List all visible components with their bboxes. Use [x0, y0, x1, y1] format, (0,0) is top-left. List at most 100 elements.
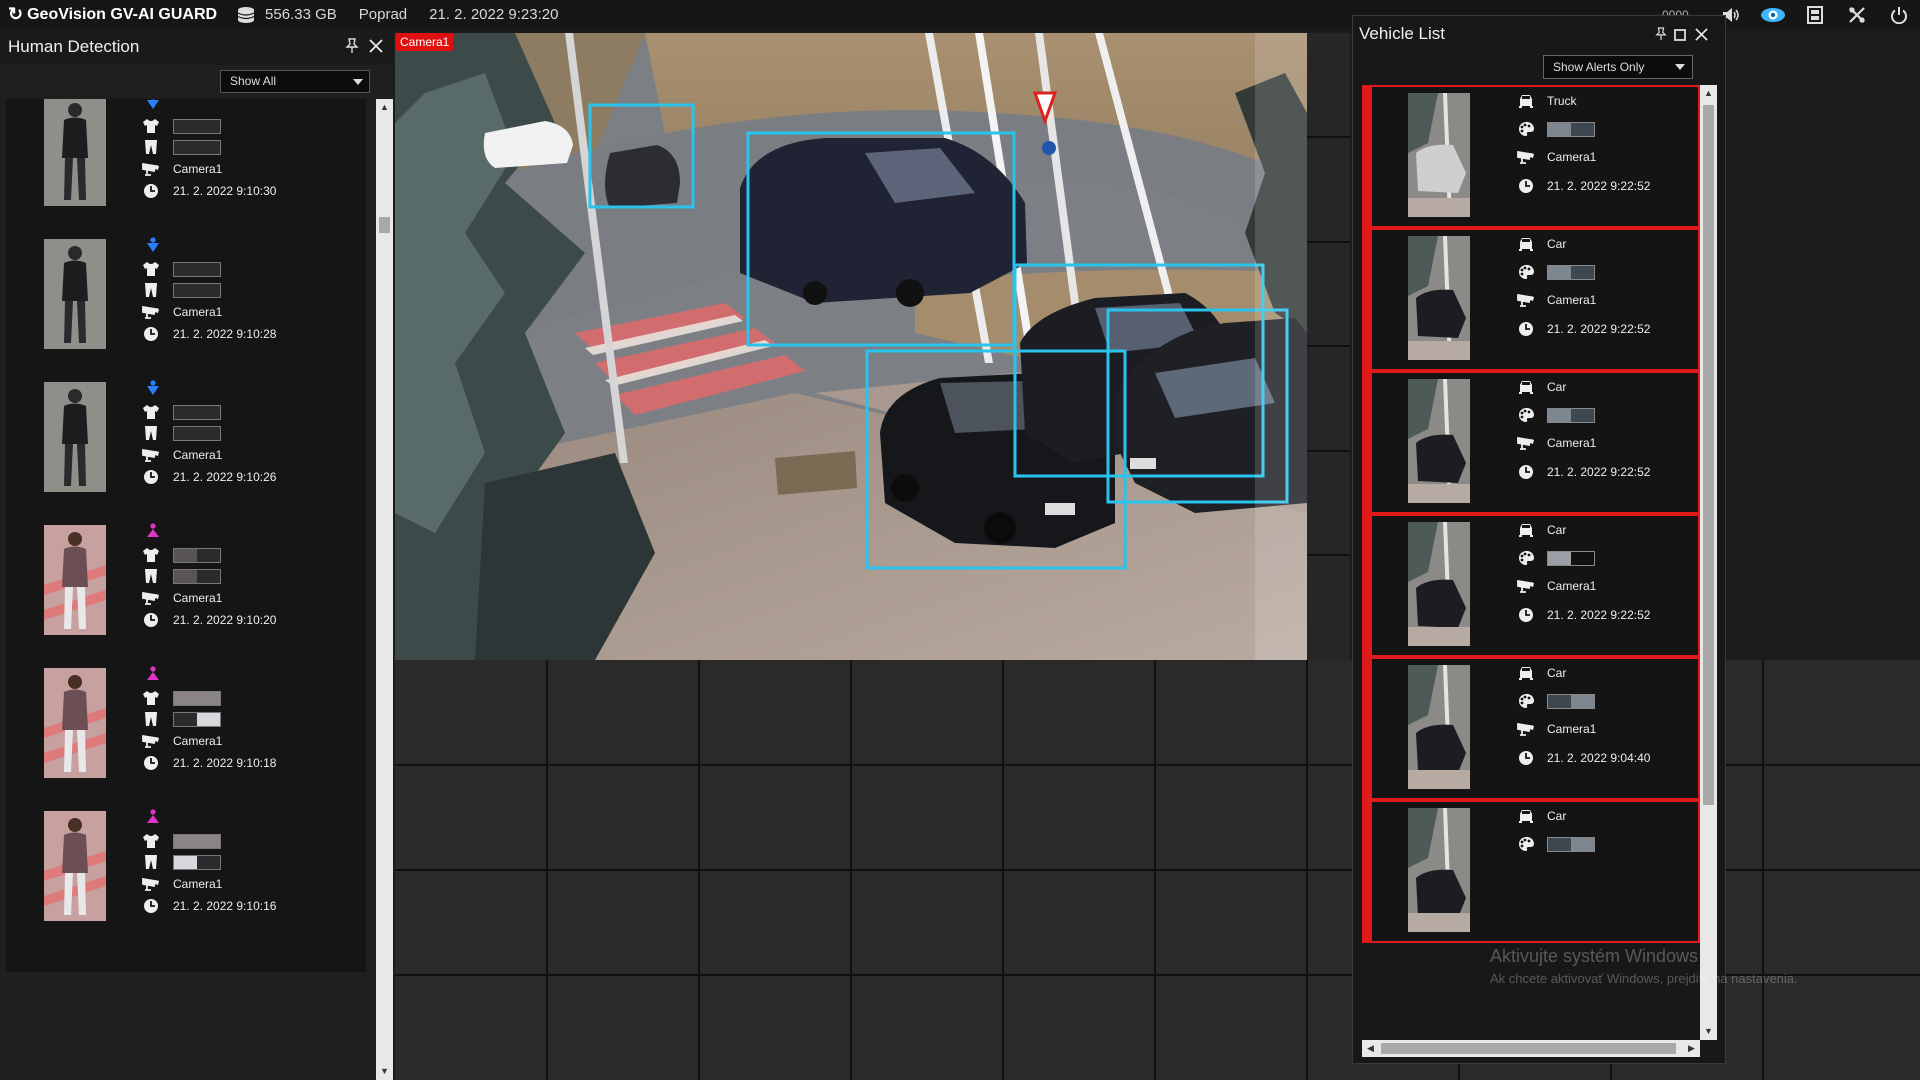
camera-name: Camera1	[1547, 150, 1597, 164]
detection-time: 21. 2. 2022 9:10:16	[173, 899, 277, 913]
pin-button[interactable]	[1655, 26, 1667, 46]
live-view-button[interactable]	[1752, 0, 1794, 29]
scroll-right-arrow-icon[interactable]: ▶	[1683, 1040, 1700, 1057]
person-thumbnail[interactable]	[44, 239, 106, 349]
human-panel-title: Human Detection	[8, 37, 140, 56]
color-swatch	[1547, 407, 1595, 423]
human-filter-value: Show All	[230, 74, 277, 88]
vehicle-type: Car	[1547, 809, 1567, 823]
detection-time: 21. 2. 2022 9:10:20	[173, 613, 277, 627]
person-thumbnail[interactable]	[44, 382, 106, 492]
tools-button[interactable]	[1836, 0, 1878, 29]
shirt-icon	[141, 116, 161, 136]
vehicle-type: Car	[1547, 666, 1567, 680]
vehicle-card[interactable]: Car	[1362, 800, 1700, 975]
pin-button[interactable]	[345, 38, 359, 59]
human-filter-select[interactable]: Show All	[220, 70, 370, 93]
scroll-up-arrow-icon[interactable]: ▲	[376, 99, 393, 116]
clock-icon	[141, 896, 161, 916]
scroll-left-arrow-icon[interactable]: ◀	[1362, 1040, 1379, 1057]
vehicle-thumbnail[interactable]	[1408, 808, 1470, 932]
person-thumbnail[interactable]	[44, 99, 106, 206]
clock-icon	[141, 610, 161, 630]
person-thumbnail[interactable]	[44, 525, 106, 635]
vehicle-list: TruckCamera121. 2. 2022 9:22:52MotionCar…	[1362, 85, 1700, 1040]
vehicle-thumbnail[interactable]	[1408, 522, 1470, 646]
app-window: ↻ GeoVision GV-AI GUARD 556.33 GB Poprad…	[0, 0, 1920, 1080]
vehicle-list-panel: Vehicle List Show Alerts Only Truck Camer…	[1352, 15, 1726, 1064]
scroll-down-arrow-icon[interactable]: ▼	[1700, 1023, 1717, 1040]
maximize-icon	[1674, 29, 1686, 41]
power-icon	[1891, 6, 1907, 24]
detection-time: 21. 2. 2022 9:22:52	[1547, 465, 1651, 479]
camera-icon	[141, 445, 161, 465]
vehicle-type-icon	[1515, 806, 1537, 826]
camera-icon	[1515, 719, 1537, 739]
disk-space-text: 556.33 GB	[265, 6, 337, 23]
color-swatch	[173, 568, 221, 584]
human-detection-card[interactable]: Camera1 21. 2. 2022 9:10:16	[6, 804, 366, 972]
pants-icon	[141, 280, 161, 300]
maximize-button[interactable]	[1674, 26, 1686, 46]
scroll-up-arrow-icon[interactable]: ▲	[1700, 85, 1717, 102]
female-icon	[146, 523, 160, 544]
vehicle-list-horizontal-scrollbar[interactable]: ◀ ▶	[1362, 1040, 1700, 1057]
palette-icon	[1515, 548, 1537, 568]
scrollbar-thumb[interactable]	[1381, 1043, 1676, 1054]
camera-view[interactable]	[395, 33, 1307, 660]
disk-usage: 556.33 GB	[237, 6, 337, 24]
detection-time: 21. 2. 2022 9:10:30	[173, 184, 277, 198]
vehicle-list-scrollbar[interactable]: ▲ ▼	[1700, 85, 1717, 1040]
camera-icon	[141, 302, 161, 322]
male-icon	[146, 99, 160, 115]
clock-icon	[1515, 319, 1537, 339]
color-swatch	[173, 282, 221, 298]
human-panel-header: Human Detection	[0, 29, 393, 65]
human-list-scrollbar[interactable]: ▲ ▼	[376, 99, 393, 1080]
camera-name: Camera1	[173, 305, 223, 319]
clock-icon	[1515, 748, 1537, 768]
clock-icon	[141, 324, 161, 344]
human-detection-panel: Human Detection Show All Camera1 21. 2. 2…	[0, 29, 393, 1080]
person-thumbnail[interactable]	[44, 668, 106, 778]
color-swatch	[173, 547, 221, 563]
scrollbar-thumb[interactable]	[379, 217, 390, 233]
eye-icon	[1761, 7, 1785, 22]
scrollbar-thumb[interactable]	[1703, 105, 1714, 805]
camera-label: Camera1	[396, 33, 454, 51]
camera-icon	[1515, 290, 1537, 310]
camera-icon	[1515, 433, 1537, 453]
chevron-down-icon	[1675, 64, 1685, 70]
human-detection-list: Camera1 21. 2. 2022 9:10:30 Camera1 21. 2. …	[6, 99, 368, 1080]
playback-button[interactable]	[1794, 0, 1836, 29]
power-button[interactable]	[1878, 0, 1920, 29]
camera-name: Camera1	[173, 734, 223, 748]
scroll-down-arrow-icon[interactable]: ▼	[376, 1063, 393, 1080]
shirt-icon	[141, 545, 161, 565]
vehicle-type-icon	[1515, 91, 1537, 111]
person-thumbnail[interactable]	[44, 811, 106, 921]
app-title: GeoVision GV-AI GUARD	[27, 5, 218, 23]
current-datetime: 21. 2. 2022 9:23:20	[429, 6, 559, 23]
color-swatch	[173, 404, 221, 420]
vehicle-type-icon	[1515, 377, 1537, 397]
database-icon	[237, 6, 255, 23]
vehicle-panel-title: Vehicle List	[1359, 23, 1445, 43]
pants-icon	[141, 423, 161, 443]
vehicle-type: Car	[1547, 380, 1567, 394]
app-logo: ↻ GeoVision GV-AI GUARD	[0, 4, 217, 25]
camera-name: Camera1	[173, 162, 223, 176]
camera-icon	[1515, 147, 1537, 167]
close-human-panel-button[interactable]	[369, 38, 383, 58]
vehicle-thumbnail[interactable]	[1408, 665, 1470, 789]
vehicle-thumbnail[interactable]	[1408, 379, 1470, 503]
vehicle-filter-select[interactable]: Show Alerts Only	[1543, 55, 1693, 79]
camera-name: Camera1	[1547, 722, 1597, 736]
vehicle-thumbnail[interactable]	[1408, 236, 1470, 360]
vehicle-filter-value: Show Alerts Only	[1553, 60, 1645, 74]
detection-time: 21. 2. 2022 9:10:26	[173, 470, 277, 484]
camera-icon	[141, 874, 161, 894]
camera-name: Camera1	[173, 448, 223, 462]
vehicle-thumbnail[interactable]	[1408, 93, 1470, 217]
close-vehicle-panel-button[interactable]	[1695, 26, 1708, 46]
